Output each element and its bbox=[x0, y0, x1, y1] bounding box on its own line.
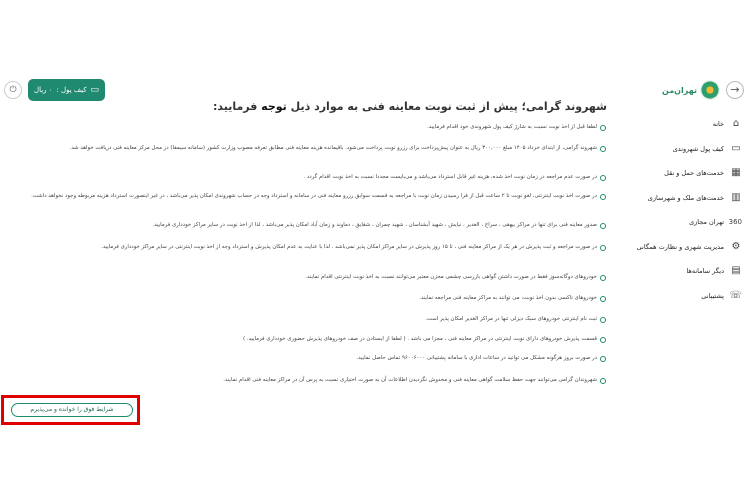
title-suffix: فرمایید: bbox=[212, 100, 258, 113]
bullet-circle-icon bbox=[600, 175, 606, 181]
home-icon: ⌂ bbox=[732, 118, 740, 130]
bus-icon: ▦ bbox=[731, 167, 741, 179]
terms-item-text: قسمت پذیرش خودروهای دارای نوبت اینترنتی … bbox=[243, 336, 597, 342]
terms-item: خودروهای تاکسی بدون اخذ نوبت، می توانند … bbox=[0, 294, 615, 304]
sidebar-item-1[interactable]: ▭ کیف پول شهروندی bbox=[635, 137, 750, 162]
logo-text: تهران‌من bbox=[662, 85, 697, 95]
terms-item-text: خودروهای دوگانه‌سوز فقط در صورت داشتن گو… bbox=[305, 274, 597, 280]
bullet-circle-icon bbox=[600, 337, 606, 343]
gear-icon: ⚙ bbox=[731, 240, 741, 252]
accept-highlight-box: شرایط فوق را خوانده و می‌پذیرم bbox=[1, 395, 140, 425]
bullet-circle-icon bbox=[600, 146, 606, 152]
terms-item-text: خودروهای تاکسی بدون اخذ نوبت، می توانند … bbox=[419, 295, 597, 301]
sidebar-item-2[interactable]: ▦ خدمت‌های حمل و نقل bbox=[635, 161, 750, 186]
sidebar-item-3[interactable]: ▥ خدمت‌های ملک و شهرسازی bbox=[635, 186, 750, 211]
terms-item: شهروند گرامی، از ابتدای خرداد ۱۴۰۵ مبلغ … bbox=[0, 144, 615, 154]
sidebar-item-label: مدیریت شهری و نظارت همگانی bbox=[636, 242, 724, 251]
title-emphasis: توجه bbox=[261, 100, 287, 113]
bullet-circle-icon bbox=[600, 356, 606, 362]
building-icon: ▥ bbox=[731, 191, 741, 203]
logo-mark-icon bbox=[700, 80, 720, 100]
terms-item: در صورت بروز هرگونه مشکل می توانید در سا… bbox=[0, 354, 615, 364]
sidebar-item-label: خدمت‌های ملک و شهرسازی bbox=[647, 193, 724, 202]
terms-item-text: صدور معاینه فنی برای تنها در مراکز بیهقی… bbox=[152, 222, 598, 228]
terms-item-text: ثبت نام اینترنتی خودروهای سبک دیزلی تنها… bbox=[425, 316, 597, 322]
bullet-circle-icon bbox=[600, 245, 606, 251]
terms-item: خودروهای دوگانه‌سوز فقط در صورت داشتن گو… bbox=[0, 273, 615, 283]
apps-icon: ▤ bbox=[731, 265, 741, 277]
sidebar-item-label: کیف پول شهروندی bbox=[672, 144, 724, 153]
main-content: شهروند گرامی؛ پیش از ثبت نوبت معاینه فنی… bbox=[0, 98, 615, 384]
terms-item: قسمت پذیرش خودروهای دارای نوبت اینترنتی … bbox=[0, 335, 615, 345]
terms-item-text: شهروند گرامی، از ابتدای خرداد ۱۴۰۵ مبلغ … bbox=[69, 145, 597, 151]
sidebar-item-4[interactable]: 360 تهران مجازی bbox=[635, 210, 750, 235]
terms-item-text: در صورت مراجعه و ثبت پذیرش در هر یک از م… bbox=[101, 244, 597, 250]
sidebar-item-label: خدمت‌های حمل و نقل bbox=[664, 169, 724, 178]
terms-item-text: شهروندان گرامی می‌توانند جهت حفظ سلامت گ… bbox=[223, 377, 597, 383]
terms-item: ثبت نام اینترنتی خودروهای سبک دیزلی تنها… bbox=[0, 315, 615, 325]
tehran-man-logo[interactable]: تهران‌من bbox=[662, 78, 720, 102]
wallet-icon: ▭ bbox=[90, 85, 99, 95]
terms-item: در صورت عدم مراجعه در زمان نوبت اخذ شده،… bbox=[0, 173, 615, 183]
sidebar: ⌂ خانه ▭ کیف پول شهروندی ▦ خدمت‌های حمل و نقل… bbox=[635, 112, 750, 308]
bullet-circle-icon bbox=[600, 378, 606, 384]
sidebar-item-label: دیگر سامانه‌ها bbox=[686, 267, 724, 276]
sidebar-item-0[interactable]: ⌂ خانه bbox=[635, 112, 750, 137]
bullet-circle-icon bbox=[600, 125, 606, 131]
sidebar-item-label: تهران مجازی bbox=[689, 218, 724, 227]
sidebar-item-6[interactable]: ▤ دیگر سامانه‌ها bbox=[635, 259, 750, 284]
power-icon[interactable]: ⏻ bbox=[4, 81, 22, 99]
wallet-value: ۰ ریال bbox=[34, 86, 53, 94]
sidebar-item-5[interactable]: ⚙ مدیریت شهری و نظارت همگانی bbox=[635, 235, 750, 260]
bullet-circle-icon bbox=[600, 194, 606, 200]
wallet-label: کیف پول : bbox=[56, 86, 87, 94]
terms-item: در صورت مراجعه و ثبت پذیرش در هر یک از م… bbox=[0, 243, 615, 253]
bullet-circle-icon bbox=[600, 223, 606, 229]
terms-item-text: در صورت اخذ نوبت اینترنتی، لغو نوبت تا ۲… bbox=[31, 193, 597, 199]
terms-item: شهروندان گرامی می‌توانند جهت حفظ سلامت گ… bbox=[0, 376, 615, 386]
360-icon: 360 bbox=[728, 218, 742, 227]
terms-item-text: لطفا قبل از اخذ نوبت نسبت به شارژ کیف پو… bbox=[427, 124, 597, 130]
page-title: شهروند گرامی؛ پیش از ثبت نوبت معاینه فنی… bbox=[0, 98, 615, 116]
bullet-circle-icon bbox=[600, 275, 606, 281]
bullet-circle-icon bbox=[600, 296, 606, 302]
title-prefix: شهروند گرامی؛ پیش از ثبت نوبت معاینه فنی… bbox=[290, 100, 607, 113]
terms-item-text: در صورت بروز هرگونه مشکل می توانید در سا… bbox=[356, 355, 597, 361]
accept-terms-button[interactable]: شرایط فوق را خوانده و می‌پذیرم bbox=[11, 403, 133, 417]
support-icon: ☏ bbox=[729, 289, 742, 301]
sidebar-item-label: پشتیبانی bbox=[701, 291, 724, 300]
terms-item: لطفا قبل از اخذ نوبت نسبت به شارژ کیف پو… bbox=[0, 123, 615, 133]
sidebar-item-label: خانه bbox=[712, 120, 724, 129]
sidebar-item-7[interactable]: ☏ پشتیبانی bbox=[635, 284, 750, 309]
wallet-icon: ▭ bbox=[731, 142, 741, 154]
bullet-circle-icon bbox=[600, 317, 606, 323]
back-arrow-icon[interactable]: → bbox=[726, 81, 744, 99]
terms-item-text: در صورت عدم مراجعه در زمان نوبت اخذ شده،… bbox=[303, 174, 597, 180]
terms-item: در صورت اخذ نوبت اینترنتی، لغو نوبت تا ۲… bbox=[0, 192, 615, 202]
terms-item: صدور معاینه فنی برای تنها در مراکز بیهقی… bbox=[0, 221, 615, 231]
